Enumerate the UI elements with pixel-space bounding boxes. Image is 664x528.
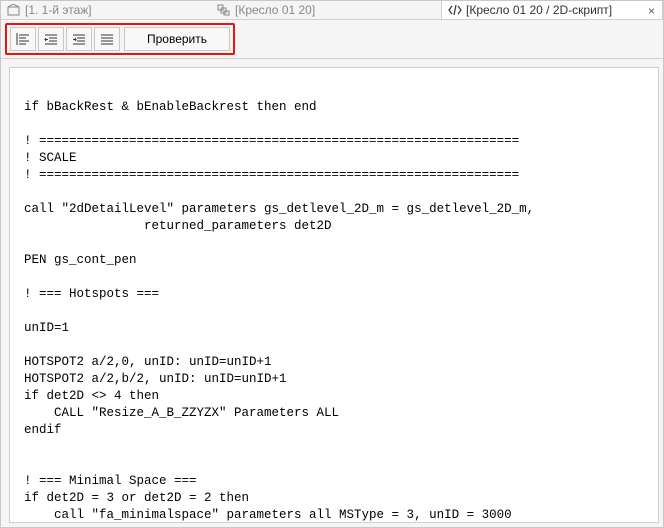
align-left-flush-button[interactable] xyxy=(10,27,36,51)
script-icon xyxy=(448,4,462,16)
justify-button[interactable] xyxy=(94,27,120,51)
app-window: [1. 1-й этаж] [Кресло 01 20] [Кресло 01 … xyxy=(0,0,664,528)
code-text[interactable]: if bBackRest & bEnableBackrest then end … xyxy=(24,82,650,523)
check-button[interactable]: Проверить xyxy=(124,27,230,51)
object-icon xyxy=(217,4,231,16)
plan-icon xyxy=(7,4,21,16)
check-button-label: Проверить xyxy=(147,32,207,46)
tab-object[interactable]: [Кресло 01 20] xyxy=(211,1,441,19)
code-area-wrap: if bBackRest & bEnableBackrest then end … xyxy=(1,59,663,527)
indent-button[interactable] xyxy=(66,27,92,51)
toolbar: Проверить xyxy=(1,20,663,59)
tab-floor-plan[interactable]: [1. 1-й этаж] xyxy=(1,1,211,19)
tab-script[interactable]: [Кресло 01 20 / 2D-скрипт] xyxy=(441,1,663,19)
tab-label: [1. 1-й этаж] xyxy=(25,3,92,17)
close-icon[interactable]: × xyxy=(648,4,655,18)
code-panel[interactable]: if bBackRest & bEnableBackrest then end … xyxy=(9,67,659,523)
tab-label: [Кресло 01 20] xyxy=(235,3,315,17)
tab-strip: [1. 1-й этаж] [Кресло 01 20] [Кресло 01 … xyxy=(1,1,663,20)
toolbar-highlight: Проверить xyxy=(5,23,235,55)
outdent-button[interactable] xyxy=(38,27,64,51)
tab-label: [Кресло 01 20 / 2D-скрипт] xyxy=(466,3,612,17)
